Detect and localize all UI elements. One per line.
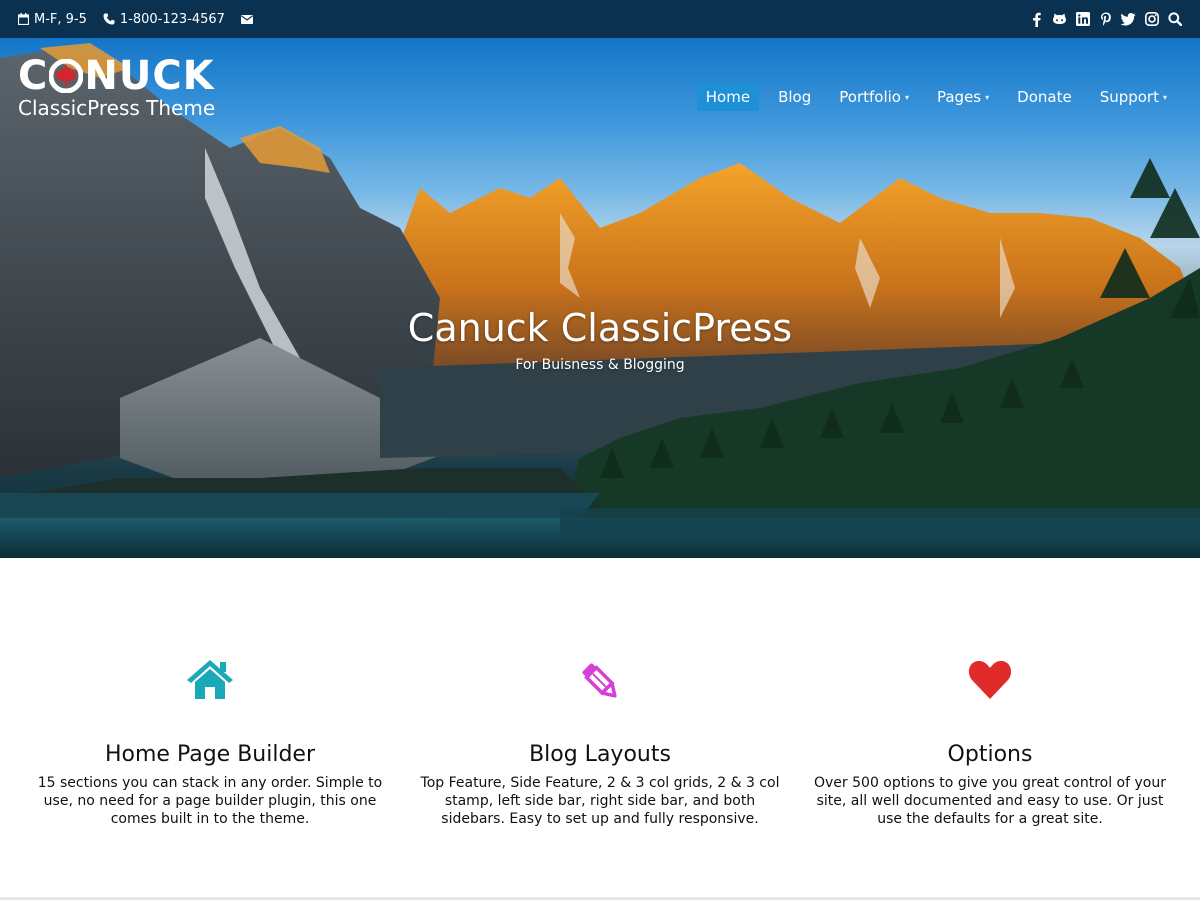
facebook-icon[interactable] [1029,12,1044,27]
nav-item-home[interactable]: Home [696,83,760,111]
hero-text: Canuck ClassicPress For Buisness & Blogg… [0,304,1200,373]
phone-text: 1-800-123-4567 [119,11,225,27]
phone-item[interactable]: 1-800-123-4567 [103,12,225,27]
twitter-icon[interactable] [1121,12,1136,27]
feature-text: Top Feature, Side Feature, 2 & 3 col gri… [420,775,780,827]
feature-options: Options Over 500 options to give you gre… [795,558,1185,900]
hours-text: M-F, 9-5 [34,11,87,27]
home-icon [185,658,235,702]
search-icon[interactable] [1167,12,1182,27]
hero-banner: C NUCK ClassicPress Theme Home Blog Port… [0,38,1200,558]
nav-label: Donate [1017,88,1072,106]
feature-text: Over 500 options to give you great contr… [814,775,1166,827]
feature-home-page-builder: Home Page Builder 15 sections you can st… [15,558,405,900]
hero-title: Canuck ClassicPress [407,306,793,350]
social-links [1029,12,1182,27]
nav-item-portfolio[interactable]: Portfolio ▾ [830,83,918,111]
feature-title: Options [947,742,1033,767]
feature-title: Home Page Builder [104,742,316,767]
instagram-icon[interactable] [1144,12,1159,27]
chevron-down-icon: ▾ [1162,92,1167,102]
calendar-icon [18,13,29,25]
envelope-icon[interactable] [240,14,253,24]
features-section: Home Page Builder 15 sections you can st… [0,558,1200,900]
nav-item-donate[interactable]: Donate [1008,83,1081,111]
logo-wordmark: C NUCK [18,56,215,96]
logo-tagline: ClassicPress Theme [18,96,216,120]
contact-info: M-F, 9-5 1-800-123-4567 [18,12,253,27]
nav-label: Support [1099,88,1159,106]
heart-icon [967,658,1013,702]
nav-item-support[interactable]: Support ▾ [1091,83,1176,111]
linkedin-icon[interactable] [1075,12,1090,27]
feature-blog-layouts: Blog Layouts Top Feature, Side Feature, … [405,558,795,900]
email-item[interactable] [240,14,253,24]
phone-icon [103,13,115,25]
nav-label: Portfolio [839,88,901,106]
pinterest-icon[interactable] [1098,12,1113,27]
maple-leaf-icon [48,58,84,94]
feature-title: Blog Layouts [529,742,671,767]
chevron-down-icon: ▾ [985,92,990,102]
nav-label: Pages [936,88,982,106]
pencil-icon [577,658,623,702]
main-navigation: Home Blog Portfolio ▾ Pages ▾ Donate Sup… [696,83,1176,111]
chevron-down-icon: ▾ [904,92,909,102]
logo-letters-nuck: NUCK [84,53,215,99]
logo-letter-c: C [18,53,49,99]
nav-label: Blog [778,88,812,106]
top-bar: M-F, 9-5 1-800-123-4567 [0,0,1200,38]
nav-item-blog[interactable]: Blog [769,83,820,111]
nav-label: Home [705,88,751,106]
hero-subtitle: For Buisness & Blogging [515,357,685,373]
feature-text: 15 sections you can stack in any order. … [37,775,383,827]
site-logo[interactable]: C NUCK ClassicPress Theme [18,56,215,120]
nav-item-pages[interactable]: Pages ▾ [928,83,998,111]
github-icon[interactable] [1052,12,1067,27]
hours-item: M-F, 9-5 [18,12,87,27]
